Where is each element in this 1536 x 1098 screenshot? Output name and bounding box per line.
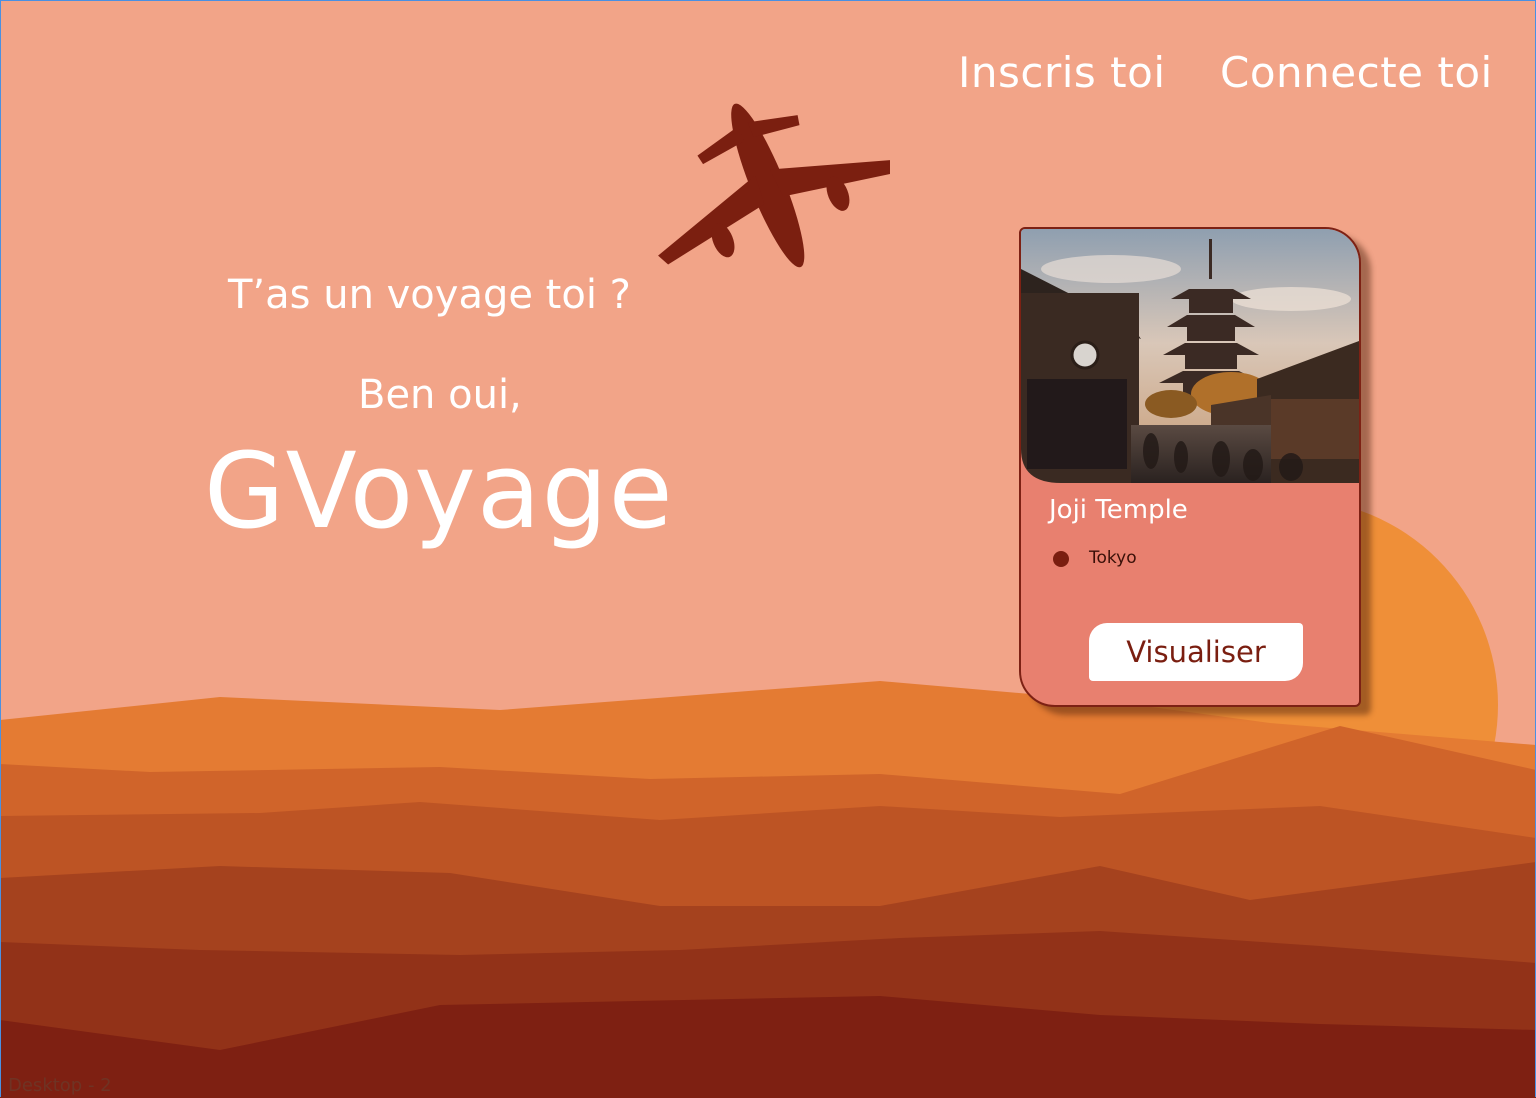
destination-location: Tokyo [1089, 548, 1137, 568]
destination-card: Joji Temple Tokyo Visualiser [1019, 227, 1361, 707]
login-link[interactable]: Connecte toi [1220, 48, 1493, 97]
brand-title: GVoyage [204, 430, 674, 552]
temple-photo [1021, 229, 1359, 483]
hero-tagline: T’as un voyage toi ? [228, 272, 631, 318]
location-dot-icon [1053, 551, 1069, 567]
destination-title: Joji Temple [1049, 495, 1188, 525]
hero-subline: Ben oui, [358, 372, 522, 418]
view-button[interactable]: Visualiser [1089, 623, 1303, 681]
frame-label: Desktop - 2 [8, 1075, 112, 1096]
airplane-icon [658, 103, 890, 268]
signup-link[interactable]: Inscris toi [958, 48, 1165, 97]
